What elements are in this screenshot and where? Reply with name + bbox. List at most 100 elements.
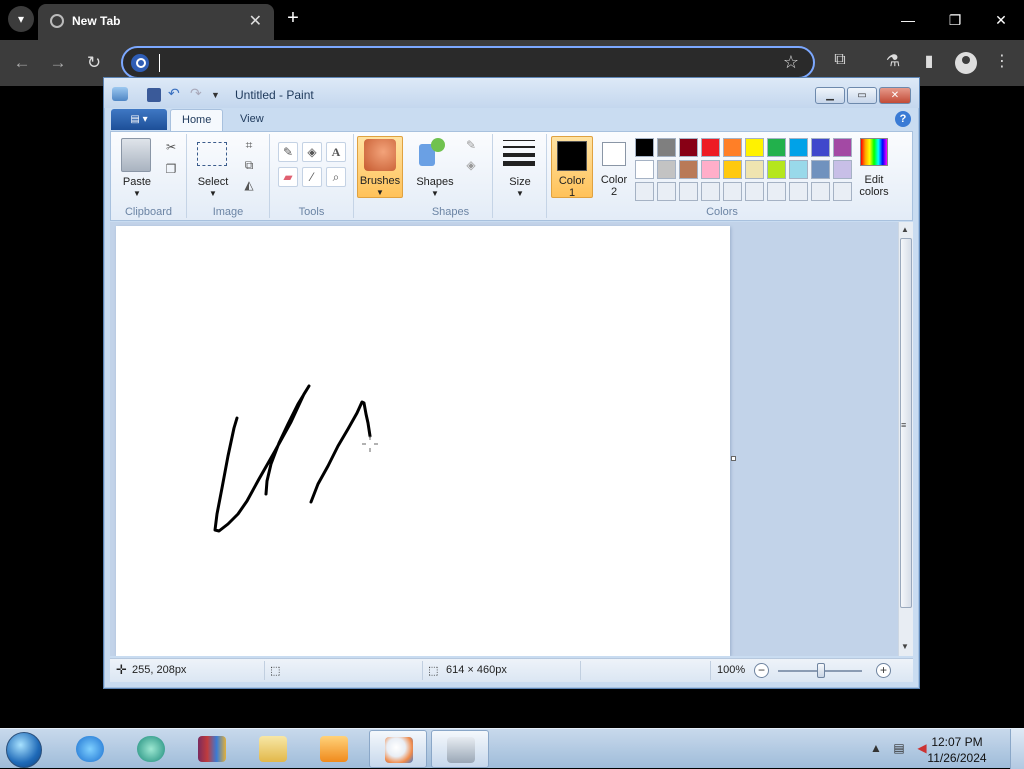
color-swatch[interactable] [811, 138, 830, 157]
color-swatch[interactable] [767, 160, 786, 179]
chevron-down-icon[interactable]: ▼ [515, 189, 525, 198]
vertical-scrollbar[interactable]: ▲ ≡ ▼ [898, 222, 913, 656]
color-swatch[interactable] [789, 138, 808, 157]
scroll-up-icon[interactable]: ▲ [901, 225, 909, 234]
outline-icon[interactable]: ✎ [461, 136, 481, 156]
color-swatch[interactable] [657, 160, 676, 179]
restore-icon[interactable]: ❐ [935, 6, 975, 34]
undo-icon[interactable]: ↶ [168, 85, 182, 101]
custom-color-slot[interactable] [833, 182, 852, 201]
select-label[interactable]: Select [193, 176, 233, 188]
labs-icon[interactable]: ⚗ [882, 51, 904, 71]
save-icon[interactable] [147, 88, 161, 102]
color-swatch[interactable] [657, 138, 676, 157]
scroll-down-icon[interactable]: ▼ [901, 642, 909, 651]
fill-icon[interactable]: ◈ [302, 142, 322, 162]
select-icon[interactable] [197, 142, 227, 166]
custom-color-slot[interactable] [789, 182, 808, 201]
custom-color-slot[interactable] [811, 182, 830, 201]
color-picker-icon[interactable]: ⁄ [302, 167, 322, 187]
tab-search-icon[interactable]: ▾ [8, 6, 34, 32]
minimize-icon[interactable]: — [888, 6, 928, 34]
taskbar-media-player[interactable] [305, 730, 363, 768]
copy-icon[interactable]: ❐ [161, 160, 181, 180]
taskbar-app[interactable] [431, 730, 489, 768]
pencil-icon[interactable]: ✎ [278, 142, 298, 162]
chevron-down-icon[interactable]: ▼ [430, 189, 440, 198]
color-swatch[interactable] [745, 138, 764, 157]
paste-label[interactable]: Paste [117, 176, 157, 188]
taskbar-explorer[interactable] [244, 730, 302, 768]
crop-icon[interactable]: ⌗ [239, 136, 259, 156]
extensions-icon[interactable]: ⧉ [829, 51, 851, 69]
paint-app-icon[interactable] [112, 87, 128, 101]
zoom-out-icon[interactable]: − [754, 663, 769, 678]
color-swatch[interactable] [701, 160, 720, 179]
start-button[interactable] [6, 732, 42, 768]
custom-color-slot[interactable] [635, 182, 654, 201]
color-swatch[interactable] [745, 160, 764, 179]
edit-colors-label[interactable]: colors [851, 186, 897, 198]
taskbar-winrar[interactable] [183, 730, 241, 768]
magnifier-icon[interactable]: ⌕ [326, 167, 346, 187]
fill-shape-icon[interactable]: ◈ [461, 156, 481, 176]
omnibox[interactable]: ☆ [121, 46, 815, 79]
minimize-icon[interactable]: ▁ [815, 87, 845, 104]
redo-icon[interactable]: ↷ [190, 85, 204, 101]
close-window-icon[interactable]: ✕ [981, 6, 1021, 34]
tab-home[interactable]: Home [170, 109, 224, 131]
network-icon[interactable]: ▤ [891, 741, 907, 757]
zoom-slider-thumb[interactable] [817, 663, 825, 678]
color2-label[interactable]: Color [595, 174, 633, 186]
eraser-icon[interactable]: ▰ [278, 167, 298, 187]
color2-swatch[interactable] [602, 142, 626, 166]
reload-icon[interactable]: ↻ [81, 50, 107, 76]
color-swatch[interactable] [723, 160, 742, 179]
taskbar-media-center[interactable] [122, 730, 180, 768]
color-swatch[interactable] [833, 138, 852, 157]
size-label[interactable]: Size [498, 176, 542, 188]
paste-icon[interactable] [121, 138, 151, 172]
resize-icon[interactable]: ⧉ [239, 156, 259, 176]
paint-menu-button[interactable]: ▤ ▾ [111, 109, 167, 130]
custom-color-slot[interactable] [679, 182, 698, 201]
custom-color-slot[interactable] [701, 182, 720, 201]
color-swatch[interactable] [723, 138, 742, 157]
custom-color-slot[interactable] [723, 182, 742, 201]
custom-color-slot[interactable] [767, 182, 786, 201]
color-swatch[interactable] [767, 138, 786, 157]
edit-colors-icon[interactable] [860, 138, 888, 166]
color-swatch[interactable] [679, 138, 698, 157]
tab-view[interactable]: View [229, 109, 275, 131]
color-swatch[interactable] [679, 160, 698, 179]
star-icon[interactable]: ☆ [783, 52, 799, 73]
custom-color-slot[interactable] [745, 182, 764, 201]
cut-icon[interactable]: ✂ [161, 138, 181, 158]
zoom-in-icon[interactable]: + [876, 663, 891, 678]
color-swatch[interactable] [789, 160, 808, 179]
tray-clock[interactable]: 12:07 PM 11/26/2024 [920, 734, 994, 766]
color1-button[interactable]: Color 1 [551, 136, 593, 199]
profile-icon[interactable] [955, 52, 977, 74]
custom-color-slot[interactable] [657, 182, 676, 201]
brushes-button[interactable]: Brushes ▼ [357, 136, 403, 198]
forward-icon[interactable]: → [45, 50, 71, 76]
text-icon[interactable]: A [326, 142, 346, 162]
shapes-icon[interactable] [419, 138, 447, 168]
chevron-down-icon[interactable]: ▼ [132, 189, 142, 198]
back-icon[interactable]: ← [9, 50, 35, 76]
rotate-icon[interactable]: ◭ [239, 176, 259, 196]
edit-colors-label[interactable]: Edit [851, 174, 897, 186]
drawing-canvas[interactable] [116, 226, 730, 656]
kebab-menu-icon[interactable]: ⋮ [991, 51, 1013, 71]
side-panel-icon[interactable]: ▮ [918, 51, 940, 71]
qat-dropdown-icon[interactable]: ▼ [211, 90, 225, 104]
help-icon[interactable]: ? [895, 111, 911, 127]
color-swatch[interactable] [701, 138, 720, 157]
maximize-icon[interactable]: ▭ [847, 87, 877, 104]
taskbar-paint[interactable] [369, 730, 427, 768]
color-swatch[interactable] [635, 138, 654, 157]
color2-number[interactable]: 2 [595, 186, 633, 198]
chevron-down-icon[interactable]: ▼ [208, 189, 218, 198]
close-icon[interactable]: ✕ [879, 87, 911, 104]
